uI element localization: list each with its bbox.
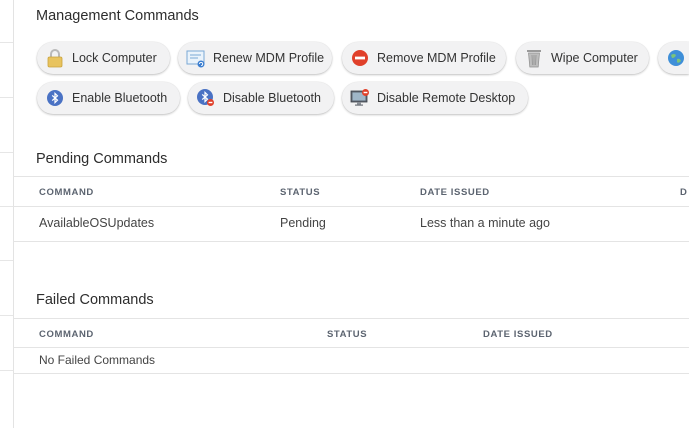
pending-table-top-divider (13, 176, 689, 177)
pending-row-command: AvailableOSUpdates (39, 216, 155, 230)
certificate-icon (186, 48, 206, 68)
pending-commands-title: Pending Commands (36, 151, 168, 167)
failed-col-date-issued[interactable]: DATE ISSUED (483, 329, 553, 340)
wipe-computer-button[interactable]: Wipe Computer (516, 42, 649, 74)
rail-divider (0, 97, 13, 98)
bluetooth-off-icon (196, 88, 216, 108)
pending-col-date-issued[interactable]: DATE ISSUED (420, 187, 490, 198)
remote-desktop-off-icon (350, 88, 370, 108)
failed-commands-title: Failed Commands (36, 292, 154, 308)
bluetooth-icon (45, 88, 65, 108)
lock-computer-label: Lock Computer (72, 51, 157, 65)
remove-mdm-profile-button[interactable]: Remove MDM Profile (342, 42, 506, 74)
remove-mdm-profile-label: Remove MDM Profile (377, 51, 496, 65)
rail-divider (0, 152, 13, 153)
failed-row-divider (13, 373, 689, 374)
failed-header-divider (13, 347, 689, 348)
lock-icon (45, 48, 65, 68)
pending-col-status[interactable]: STATUS (280, 187, 320, 198)
rail-divider (0, 315, 13, 316)
rail-divider (0, 260, 13, 261)
globe-command-button[interactable] (658, 42, 689, 74)
enable-bluetooth-label: Enable Bluetooth (72, 91, 168, 105)
failed-col-command[interactable]: COMMAND (39, 329, 94, 340)
pending-col-command[interactable]: COMMAND (39, 187, 94, 198)
failed-table-top-divider (13, 318, 689, 319)
trash-icon (524, 48, 544, 68)
pending-row-date-issued: Less than a minute ago (420, 216, 550, 230)
pending-row-status: Pending (280, 216, 326, 230)
pending-header-divider (13, 206, 689, 207)
disable-bluetooth-button[interactable]: Disable Bluetooth (188, 82, 334, 114)
rail-divider (0, 370, 13, 371)
pending-col-truncated[interactable]: D (680, 187, 687, 198)
wipe-computer-label: Wipe Computer (551, 51, 638, 65)
disable-remote-desktop-button[interactable]: Disable Remote Desktop (342, 82, 528, 114)
management-commands-title: Management Commands (36, 8, 199, 24)
disable-remote-desktop-label: Disable Remote Desktop (377, 91, 516, 105)
globe-icon (666, 48, 686, 68)
left-sidebar-edge (0, 0, 14, 428)
renew-mdm-profile-label: Renew MDM Profile (213, 51, 325, 65)
rail-divider (0, 206, 13, 207)
lock-computer-button[interactable]: Lock Computer (37, 42, 170, 74)
failed-col-status[interactable]: STATUS (327, 329, 367, 340)
rail-divider (0, 42, 13, 43)
enable-bluetooth-button[interactable]: Enable Bluetooth (37, 82, 180, 114)
disable-bluetooth-label: Disable Bluetooth (223, 91, 321, 105)
no-entry-icon (350, 48, 370, 68)
renew-mdm-profile-button[interactable]: Renew MDM Profile (178, 42, 332, 74)
pending-row-divider (13, 241, 689, 242)
failed-empty-message: No Failed Commands (39, 353, 156, 367)
